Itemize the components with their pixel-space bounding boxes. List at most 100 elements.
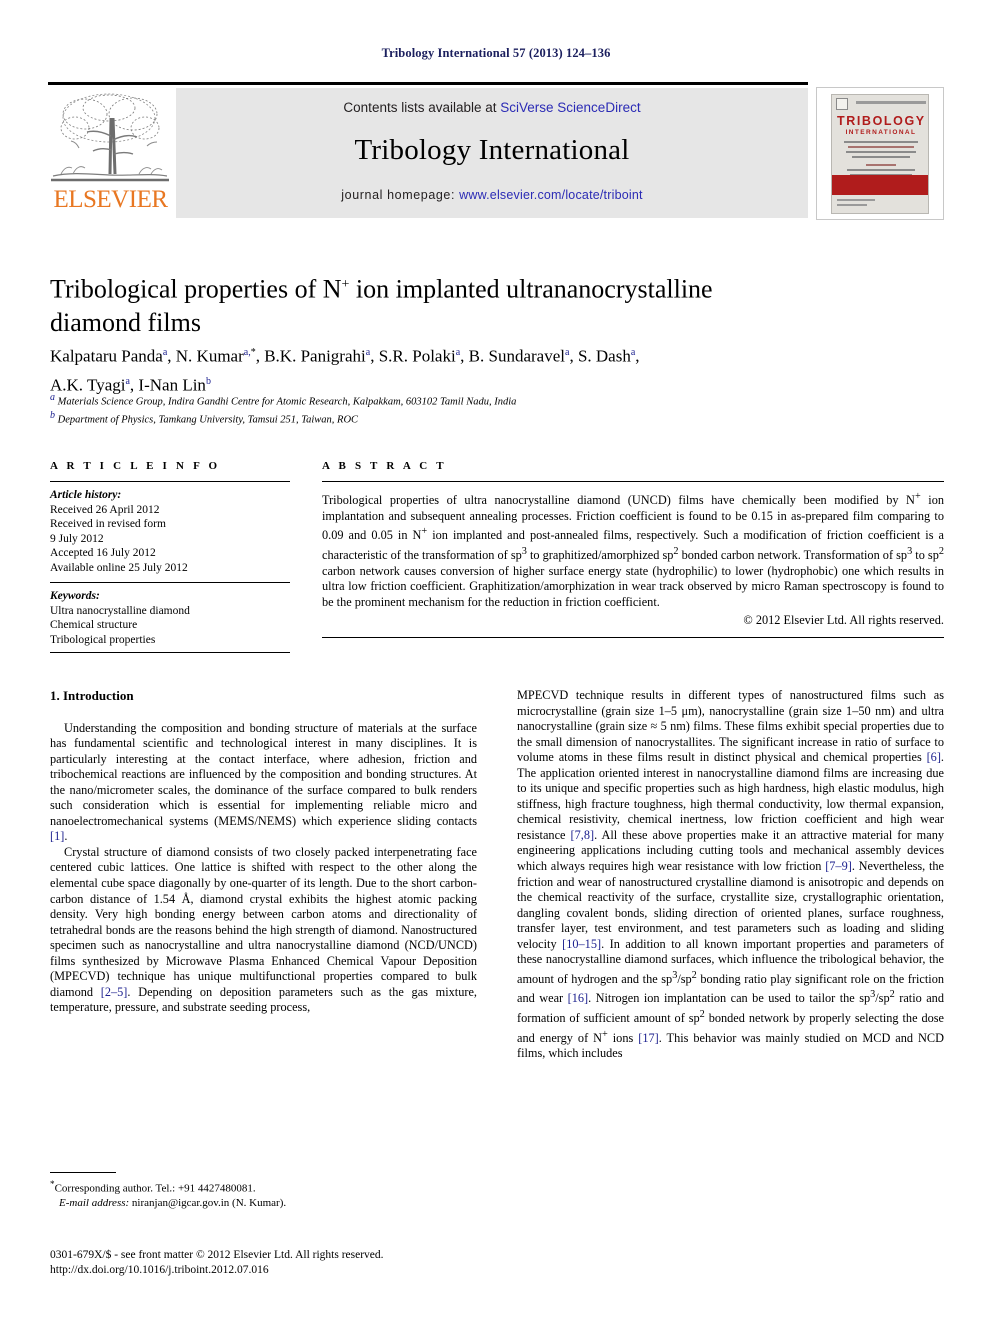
abs-sup-2: 2 [938, 545, 944, 557]
cover-line [837, 204, 867, 206]
history-item: Received in revised form [50, 518, 166, 530]
journal-cover-art: TRIBOLOGY INTERNATIONAL [831, 94, 929, 214]
affiliation-a: a Materials Science Group, Indira Gandhi… [50, 391, 910, 409]
cover-line [847, 169, 915, 171]
title-part-1: Tribological properties of N [50, 274, 342, 304]
body-column-left: 1. Introduction Understanding the compos… [50, 688, 477, 1016]
elsevier-tree-icon [51, 88, 169, 186]
paragraph: Crystal structure of diamond consists of… [50, 845, 477, 1016]
abstract-copyright: © 2012 Elsevier Ltd. All rights reserved… [743, 613, 944, 628]
cover-line [844, 141, 918, 143]
affil-marker: a [50, 392, 55, 403]
abstract-column: A B S T R A C T Tribological properties … [322, 460, 944, 639]
cover-topbar [836, 98, 926, 110]
keyword-item: Chemical structure [50, 619, 138, 631]
author-affil-marker: a, [243, 347, 251, 358]
cover-issue-line [856, 101, 926, 104]
author-name: B.K. Panigrahi [264, 346, 366, 366]
cover-line [848, 146, 914, 148]
para-text: MPECVD technique results in different ty… [517, 688, 944, 765]
abstract-rule-bottom [322, 637, 944, 639]
article-info-heading: A R T I C L E I N F O [50, 460, 221, 472]
cover-line [866, 164, 896, 166]
journal-title: Tribology International [354, 134, 630, 166]
author-affil-marker: b [205, 375, 211, 387]
cover-footer-lines [837, 199, 897, 209]
journal-homepage-link[interactable]: www.elsevier.com/locate/triboint [459, 188, 643, 202]
cover-title-international: INTERNATIONAL [845, 129, 917, 136]
citation-ref[interactable]: [7–9] [825, 859, 852, 873]
affil-marker: b [50, 410, 55, 421]
author-sep: , [255, 346, 265, 366]
author-sep: , [370, 346, 379, 366]
footnote-rule [50, 1172, 116, 1173]
issn-copyright-line: 0301-679X/$ - see front matter © 2012 El… [50, 1249, 384, 1261]
citation-ref[interactable]: [2–5] [101, 985, 128, 999]
running-head: Tribology International 57 (2013) 124–13… [381, 46, 611, 60]
homepage-prefix: journal homepage: [341, 188, 460, 202]
author-sep: , [460, 346, 469, 366]
cover-line [846, 151, 916, 153]
affiliation-b: b Department of Physics, Tamkang Univers… [50, 409, 910, 427]
paragraph: Understanding the composition and bondin… [50, 721, 477, 845]
author-name: S.R. Polaki [378, 346, 456, 366]
page-title: Tribological properties of N+ ion implan… [50, 268, 850, 339]
citation-ref[interactable]: [10–15] [562, 937, 601, 951]
title-part-2: ion implanted ultrananocrystalline [349, 274, 713, 304]
cover-title-tribology: TRIBOLOGY [837, 114, 926, 128]
abs-p6: to sp [912, 548, 939, 563]
title-part-3: diamond films [50, 307, 201, 337]
paper-page: Tribology International 57 (2013) 124–13… [0, 0, 992, 1323]
abs-p4: to graphitized/amorphized sp [526, 548, 674, 563]
para-text: . [64, 829, 68, 844]
affil-text: Materials Science Group, Indira Gandhi C… [57, 396, 517, 408]
article-info-column: A R T I C L E I N F O Article history: R… [50, 460, 290, 653]
corresponding-author-footnote: *Corresponding author. Tel.: +91 4427480… [50, 1172, 477, 1210]
abstract-text: Tribological properties of ultra nanocry… [322, 482, 944, 610]
cover-line [837, 199, 875, 201]
keyword-item: Tribological properties [50, 633, 156, 646]
email-address[interactable]: niranjan@igcar.gov.in (N. Kumar). [129, 1197, 286, 1209]
history-item: Received 26 April 2012 [50, 503, 160, 516]
para-text: Understanding the composition and bondin… [50, 720, 477, 828]
cover-red-band [832, 175, 928, 195]
journal-cover-thumbnail: TRIBOLOGY INTERNATIONAL [816, 87, 944, 220]
footnote-text: Corresponding author. Tel.: +91 44274800… [54, 1182, 256, 1195]
cover-logo-square [836, 98, 848, 110]
affiliation-list: a Materials Science Group, Indira Gandhi… [50, 391, 910, 427]
contents-available-line: Contents lists available at SciVerse Sci… [176, 100, 808, 115]
author-sep: , [569, 346, 578, 366]
author-name: B. Sundaravel [468, 346, 565, 366]
email-label: E-mail address: [59, 1196, 130, 1209]
history-item: Accepted 16 July 2012 [50, 547, 156, 559]
para-text: /sp [677, 971, 692, 986]
sciencedirect-link[interactable]: SciVerse ScienceDirect [500, 100, 640, 115]
citation-ref[interactable]: [7,8] [571, 828, 595, 842]
para-text: ions [607, 1030, 639, 1045]
elsevier-wordmark: ELSEVIER [53, 186, 168, 213]
citation-ref[interactable]: [6] [927, 750, 941, 764]
author-sep: , [167, 346, 176, 366]
journal-masthead: ELSEVIER Contents lists available at Sci… [48, 82, 944, 220]
citation-ref[interactable]: [1] [50, 829, 64, 843]
article-info-rule-bottom [50, 652, 290, 653]
masthead-top-rule [48, 82, 808, 85]
abs-p1: Tribological properties of ultra nanocry… [322, 493, 915, 508]
citation-ref[interactable]: [17] [638, 1031, 659, 1045]
para-text: /sp [875, 991, 890, 1006]
doi-line[interactable]: http://dx.doi.org/10.1016/j.triboint.201… [50, 1263, 550, 1278]
history-item: Available online 25 July 2012 [50, 561, 188, 574]
section-heading-introduction: 1. Introduction [50, 688, 134, 703]
body-column-right: MPECVD technique results in different ty… [517, 688, 944, 1062]
contents-prefix: Contents lists available at [343, 100, 501, 115]
abs-p5: bonded carbon network. Transformation of… [678, 548, 908, 563]
affil-text: Department of Physics, Tamkang Universit… [57, 414, 359, 426]
footnote-line-1: *Corresponding author. Tel.: +91 4427480… [50, 1177, 477, 1196]
history-item: 9 July 2012 [50, 532, 104, 545]
imprint-block: 0301-679X/$ - see front matter © 2012 El… [50, 1248, 550, 1278]
citation-ref[interactable]: [16] [568, 992, 589, 1006]
footnote-line-2: E-mail address: niranjan@igcar.gov.in (N… [50, 1196, 477, 1210]
author-sep: , [635, 346, 640, 366]
article-history-label: Article history: [50, 489, 122, 501]
author-name: N. Kumar [175, 346, 244, 366]
